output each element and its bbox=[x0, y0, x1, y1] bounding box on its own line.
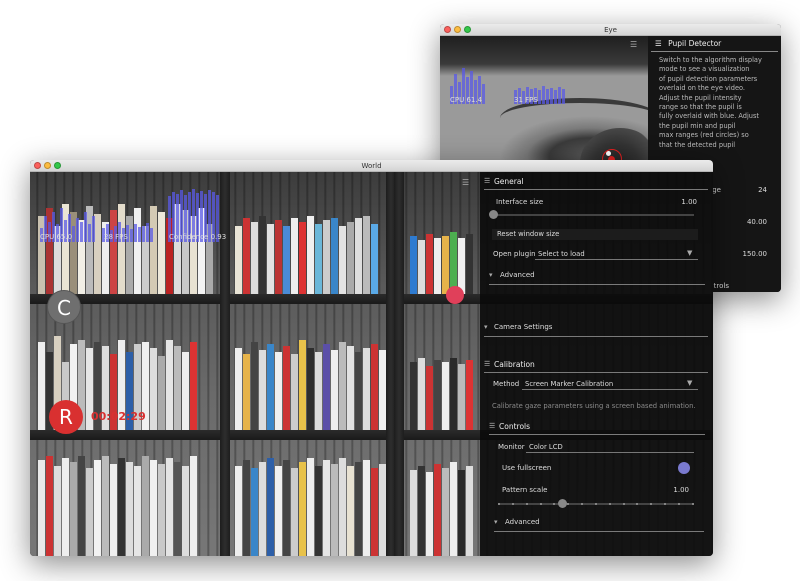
interface-size-label: Interface size bbox=[496, 198, 544, 206]
advanced-toggle[interactable]: Advanced bbox=[500, 271, 535, 279]
pattern-scale-knob[interactable] bbox=[558, 499, 567, 508]
chevron-down-icon[interactable]: ▾ bbox=[484, 323, 488, 331]
confidence-label: Confidence 0.93 bbox=[169, 233, 227, 241]
chevron-down-icon[interactable]: ▼ bbox=[687, 249, 692, 257]
use-fullscreen-label: Use fullscreen bbox=[502, 464, 552, 472]
world-cpu-label: CPU 65.0 bbox=[40, 233, 73, 241]
calibration-title: Calibration bbox=[494, 360, 535, 369]
advanced-toggle-2[interactable]: Advanced bbox=[505, 518, 540, 526]
eye-cpu-label: CPU 61.4 bbox=[450, 96, 483, 104]
method-label: Method bbox=[493, 380, 520, 388]
minimize-light-icon[interactable] bbox=[44, 162, 51, 169]
books-row bbox=[235, 332, 394, 432]
open-plugin-select[interactable]: Select to load bbox=[535, 249, 698, 260]
world-titlebar[interactable]: World bbox=[30, 160, 713, 172]
shelf-post bbox=[220, 172, 230, 556]
record-button[interactable]: R bbox=[49, 400, 83, 434]
books-row bbox=[410, 228, 473, 296]
calibration-description: Calibrate gaze parameters using a screen… bbox=[492, 402, 696, 410]
eye-titlebar[interactable]: Eye bbox=[440, 24, 781, 36]
use-fullscreen-toggle[interactable] bbox=[678, 462, 690, 474]
menu-icon[interactable]: ☰ bbox=[489, 422, 495, 430]
pattern-scale-label: Pattern scale bbox=[502, 486, 548, 494]
method-select[interactable]: Screen Marker Calibration bbox=[522, 379, 698, 390]
chevron-down-icon[interactable]: ▼ bbox=[687, 379, 692, 387]
interface-size-slider[interactable] bbox=[494, 214, 694, 216]
menu-icon[interactable]: ☰ bbox=[484, 177, 490, 185]
interface-size-knob[interactable] bbox=[489, 210, 498, 219]
pupil-max-value[interactable]: 150.00 bbox=[743, 250, 768, 258]
monitor-select[interactable]: Color LCD bbox=[526, 442, 694, 453]
world-fps-label: 28 FPS bbox=[104, 233, 128, 241]
panel-title: Pupil Detector bbox=[668, 39, 722, 48]
close-light-icon[interactable] bbox=[34, 162, 41, 169]
books-row bbox=[410, 462, 473, 556]
books-row bbox=[38, 454, 197, 556]
intensity-range-value[interactable]: 24 bbox=[758, 186, 767, 194]
world-settings-panel: ☰ General Interface size 1.00 Reset wind… bbox=[480, 172, 713, 556]
eye-fps-label: 31 FPS bbox=[514, 96, 538, 104]
slider-ticks bbox=[498, 503, 694, 505]
world-window-title: World bbox=[361, 162, 382, 170]
books-row bbox=[410, 352, 473, 432]
eye-window-title: Eye bbox=[604, 26, 617, 34]
interface-size-value: 1.00 bbox=[681, 198, 697, 206]
gaze-marker bbox=[446, 286, 464, 304]
chevron-down-icon[interactable]: ▾ bbox=[494, 518, 498, 526]
world-window: World CPU 65.0 28 FPS Confidence 0.93 ☰ … bbox=[30, 160, 713, 556]
reset-window-size-button[interactable]: Reset window size bbox=[492, 229, 698, 240]
minimize-light-icon[interactable] bbox=[454, 26, 461, 33]
close-light-icon[interactable] bbox=[444, 26, 451, 33]
open-plugin-label: Open plugin bbox=[493, 250, 536, 258]
chevron-down-icon[interactable]: ▾ bbox=[489, 271, 493, 279]
menu-icon[interactable]: ☰ bbox=[630, 40, 637, 49]
record-timer: 00:02:29 bbox=[91, 410, 146, 423]
calibrate-button[interactable]: C bbox=[47, 290, 81, 324]
camera-settings-toggle[interactable]: Camera Settings bbox=[494, 323, 552, 331]
menu-icon[interactable]: ☰ bbox=[484, 360, 490, 368]
zoom-light-icon[interactable] bbox=[464, 26, 471, 33]
pattern-scale-value: 1.00 bbox=[673, 486, 689, 494]
controls-title: Controls bbox=[499, 422, 531, 431]
panel-header[interactable]: ☰ Pupil Detector bbox=[651, 36, 778, 52]
shelf-post bbox=[394, 172, 404, 556]
menu-icon[interactable]: ☰ bbox=[462, 178, 469, 187]
menu-icon: ☰ bbox=[655, 39, 662, 48]
pupil-detector-description: Switch to the algorithm display mode to … bbox=[659, 56, 762, 149]
general-title: General bbox=[494, 177, 524, 186]
zoom-light-icon[interactable] bbox=[54, 162, 61, 169]
books-row bbox=[235, 212, 378, 296]
monitor-label: Monitor bbox=[498, 443, 525, 451]
controls-label-partial: trols bbox=[713, 282, 729, 290]
books-row bbox=[235, 458, 394, 556]
pupil-min-value[interactable]: 40.00 bbox=[747, 218, 767, 226]
